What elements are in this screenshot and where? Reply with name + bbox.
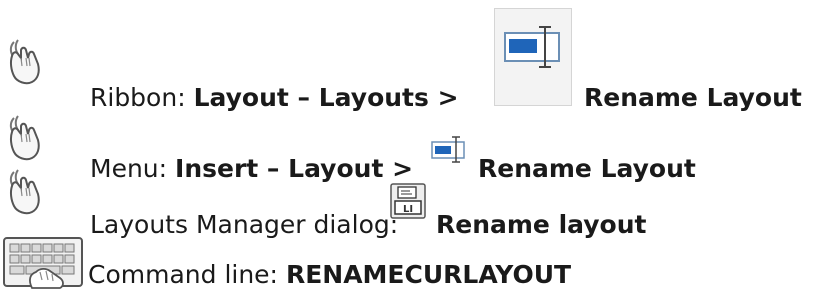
menu-command: Rename Layout: [478, 154, 696, 183]
menu-label: Menu:: [90, 154, 176, 183]
ribbon-path: Layout – Layouts >: [193, 83, 459, 112]
rename-layout-menu-icon[interactable]: [430, 134, 468, 164]
dialog-label: Layouts Manager dialog:: [90, 210, 399, 239]
ribbon-label: Ribbon:: [90, 83, 194, 112]
mouse-pointer-icon: [9, 39, 40, 85]
rename-layout-dialog-icon[interactable]: LI: [390, 183, 426, 219]
mouse-pointer-icon: [9, 115, 40, 161]
command-line-line: Command line: RENAMECURLAYOUT: [88, 260, 571, 290]
ribbon-line: Ribbon: Layout – Layouts >: [90, 83, 459, 113]
menu-line: Menu: Insert – Layout >: [90, 154, 413, 184]
rename-layout-ribbon-icon[interactable]: [494, 8, 572, 106]
dialog-line: Layouts Manager dialog:: [90, 210, 398, 240]
svg-text:LI: LI: [403, 204, 413, 215]
ribbon-command: Rename Layout: [584, 83, 802, 112]
dialog-command: Rename layout: [436, 210, 647, 239]
keyboard-icon: [3, 237, 83, 289]
command-line-command: RENAMECURLAYOUT: [285, 260, 572, 289]
command-line-label: Command line:: [88, 260, 286, 289]
menu-path: Insert – Layout >: [175, 154, 414, 183]
mouse-pointer-icon: [9, 169, 40, 215]
